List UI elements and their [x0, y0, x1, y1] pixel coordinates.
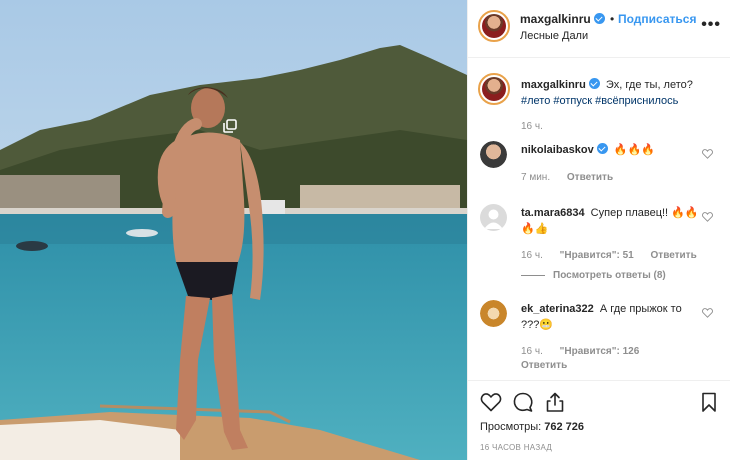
- commenter-avatar[interactable]: [480, 141, 507, 168]
- caption-meta: 16 ч.: [521, 121, 557, 132]
- comment-time[interactable]: 16 ч.: [521, 250, 543, 261]
- comment-meta: 16 ч. "Нравится": 126: [521, 346, 653, 357]
- reply-button[interactable]: Ответить: [567, 172, 613, 183]
- video-frame: [0, 0, 467, 460]
- instagram-post: maxgalkinru • Подписаться Лесные Дали ••…: [0, 0, 730, 460]
- comment-time[interactable]: 16 ч.: [521, 346, 543, 357]
- reply-button[interactable]: Ответить: [521, 360, 567, 371]
- caption-body: Эх, где ты, лето?: [605, 79, 693, 91]
- comment-body: 🔥🔥🔥: [613, 144, 655, 156]
- comment-bubble-icon[interactable]: [512, 391, 534, 413]
- post-header: maxgalkinru • Подписаться Лесные Дали ••…: [468, 0, 730, 58]
- verified-icon: [593, 13, 605, 24]
- commenter-avatar[interactable]: [480, 300, 507, 327]
- comment-author[interactable]: ek_aterina322: [521, 303, 594, 315]
- more-dots-icon[interactable]: •••: [701, 16, 721, 34]
- comment-meta-2: Ответить: [521, 360, 581, 371]
- comment-likes[interactable]: "Нравится": 51: [560, 250, 634, 261]
- commenter-avatar[interactable]: [480, 204, 507, 231]
- default-avatar-icon: [484, 209, 503, 229]
- comment-author[interactable]: ta.mara6834: [521, 207, 585, 219]
- like-heart-icon[interactable]: [702, 308, 713, 318]
- comment-text: nikolaibaskov 🔥🔥🔥: [521, 142, 701, 158]
- comment-text: ek_aterina322 А где прыжок то ???😬: [521, 301, 701, 333]
- gallery-icon: [223, 119, 237, 133]
- author-avatar[interactable]: [478, 10, 510, 42]
- caption-hashtags[interactable]: #лето #отпуск #всёприснилось: [521, 95, 678, 107]
- verified-icon: [588, 78, 600, 89]
- comment-text: ta.mara6834 Супер плавец!! 🔥🔥🔥👍: [521, 205, 701, 237]
- like-heart-icon[interactable]: [702, 149, 713, 159]
- comment-meta: 16 ч. "Нравится": 51 Ответить: [521, 250, 711, 261]
- post-timestamp[interactable]: 16 ЧАСОВ НАЗАД: [480, 443, 552, 452]
- verified-icon: [596, 143, 608, 154]
- author-username[interactable]: maxgalkinru: [520, 12, 605, 26]
- caption-author[interactable]: maxgalkinru: [521, 78, 600, 91]
- like-heart-icon[interactable]: [702, 212, 713, 222]
- post-video[interactable]: [0, 0, 467, 460]
- like-heart-icon[interactable]: [480, 391, 502, 413]
- location-link[interactable]: Лесные Дали: [520, 30, 588, 42]
- comments-list[interactable]: maxgalkinru Эх, где ты, лето? #лето #отп…: [468, 59, 730, 379]
- view-replies-button[interactable]: Посмотреть ответы (8): [521, 270, 666, 281]
- follow-button[interactable]: Подписаться: [618, 12, 696, 26]
- comment-time[interactable]: 7 мин.: [521, 172, 550, 183]
- share-icon[interactable]: [544, 391, 566, 413]
- caption-time[interactable]: 16 ч.: [521, 121, 543, 132]
- views-count[interactable]: Просмотры: 762 726: [480, 421, 584, 433]
- caption-avatar[interactable]: [478, 73, 510, 105]
- reply-button[interactable]: Ответить: [651, 250, 697, 261]
- comment-meta: 7 мин. Ответить: [521, 172, 627, 183]
- separator-dot: •: [610, 12, 615, 26]
- caption-text: maxgalkinru Эх, где ты, лето? #лето #отп…: [521, 77, 701, 109]
- post-actions: Просмотры: 762 726 16 ЧАСОВ НАЗАД: [468, 380, 730, 460]
- comment-author[interactable]: nikolaibaskov: [521, 143, 608, 156]
- bookmark-icon[interactable]: [698, 391, 720, 413]
- post-sidebar: maxgalkinru • Подписаться Лесные Дали ••…: [467, 0, 730, 460]
- comment-likes[interactable]: "Нравится": 126: [560, 346, 640, 357]
